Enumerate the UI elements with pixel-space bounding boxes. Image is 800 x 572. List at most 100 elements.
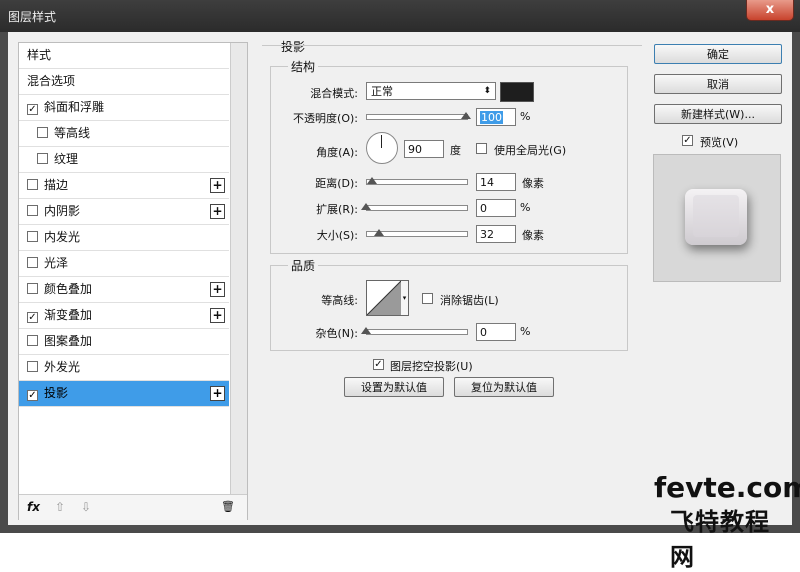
dialog-body: 样式混合选项 ✓ 斜面和浮雕等高线纹理描边 + 内阴影 + 内发光光泽颜色叠加 + ✓ 渐变叠加 +… xyxy=(8,32,800,571)
style-list-item[interactable]: ✓ 投影 + xyxy=(19,381,229,407)
style-list-item-label: 图案叠加 xyxy=(44,334,93,348)
opacity-slider-knob[interactable] xyxy=(461,112,471,119)
noise-slider[interactable] xyxy=(366,329,468,335)
global-light-checkbox[interactable] xyxy=(476,143,487,154)
style-list-item[interactable]: 等高线 xyxy=(19,121,229,147)
spread-slider[interactable] xyxy=(366,205,468,211)
style-checkbox[interactable] xyxy=(27,205,38,216)
structure-title: 结构 xyxy=(288,58,319,75)
watermark-site-name: 飞特教程网 xyxy=(670,508,770,571)
style-checkbox[interactable] xyxy=(27,335,38,346)
style-checkbox[interactable] xyxy=(27,179,38,190)
section-divider xyxy=(262,45,642,47)
style-checkbox[interactable] xyxy=(27,257,38,268)
cancel-button[interactable]: 取消 xyxy=(654,74,782,94)
style-list-item-label: 斜面和浮雕 xyxy=(44,100,105,114)
move-up-icon[interactable]: ⇧ xyxy=(55,500,65,514)
style-checkbox[interactable] xyxy=(37,127,48,138)
layer-style-dialog: 图层样式 x 样式混合选项 ✓ 斜面和浮雕等高线纹理描边 + 内阴影 + 内发光光泽颜色叠加… xyxy=(0,0,800,571)
contour-linear-icon xyxy=(367,281,401,315)
style-checkbox[interactable] xyxy=(27,283,38,294)
fx-icon[interactable]: fx xyxy=(27,500,40,514)
style-list-item[interactable]: 样式 xyxy=(19,43,229,69)
style-list-toolbar: fx ⇧ ⇩ 🗑 xyxy=(19,494,247,520)
blend-mode-select[interactable]: 正常 ⬍ xyxy=(366,82,496,100)
spread-unit: % xyxy=(520,201,531,214)
noise-label: 杂色(N): xyxy=(315,327,358,340)
new-style-button[interactable]: 新建样式(W)... xyxy=(654,104,782,124)
style-checkbox[interactable]: ✓ xyxy=(27,312,38,323)
add-instance-icon[interactable]: + xyxy=(210,204,225,219)
distance-label: 距离(D): xyxy=(315,177,358,190)
set-default-button[interactable]: 设置为默认值 xyxy=(344,377,444,397)
add-instance-icon[interactable]: + xyxy=(210,178,225,193)
angle-dial-needle xyxy=(381,135,382,148)
ok-button[interactable]: 确定 xyxy=(654,44,782,64)
size-slider-knob[interactable] xyxy=(374,229,384,236)
style-list-item[interactable]: 图案叠加 xyxy=(19,329,229,355)
distance-slider[interactable] xyxy=(366,179,468,185)
contour-dropdown-arrow-icon[interactable]: ▾ xyxy=(401,280,409,316)
knockout-label: 图层挖空投影(U) xyxy=(390,360,473,373)
opacity-unit: % xyxy=(520,110,531,123)
opacity-slider[interactable] xyxy=(366,114,468,120)
antialias-checkbox[interactable] xyxy=(422,293,433,304)
style-list-item[interactable]: 光泽 xyxy=(19,251,229,277)
style-list-item-label: 内阴影 xyxy=(44,204,81,218)
style-list-item[interactable]: 纹理 xyxy=(19,147,229,173)
close-button[interactable]: x xyxy=(746,0,794,21)
distance-input[interactable]: 14 xyxy=(476,173,516,191)
style-list-item-label: 样式 xyxy=(27,48,52,62)
style-list-item-label: 纹理 xyxy=(54,152,79,166)
style-list-scrollbar[interactable] xyxy=(230,43,247,519)
move-down-icon[interactable]: ⇩ xyxy=(81,500,91,514)
window-title: 图层样式 xyxy=(8,10,57,24)
noise-unit: % xyxy=(520,325,531,338)
noise-input[interactable]: 0 xyxy=(476,323,516,341)
style-checkbox[interactable]: ✓ xyxy=(27,104,38,115)
style-checkbox[interactable]: ✓ xyxy=(27,390,38,401)
style-list-item-label: 描边 xyxy=(44,178,69,192)
global-light-label: 使用全局光(G) xyxy=(494,144,567,157)
reset-default-button[interactable]: 复位为默认值 xyxy=(454,377,554,397)
distance-slider-knob[interactable] xyxy=(367,177,377,184)
noise-slider-knob[interactable] xyxy=(361,327,371,334)
style-checkbox[interactable] xyxy=(37,153,48,164)
quality-title: 品质 xyxy=(288,257,319,274)
style-list-item[interactable]: 颜色叠加 + xyxy=(19,277,229,303)
style-list-item[interactable]: 混合选项 xyxy=(19,69,229,95)
preview-checkbox[interactable]: ✓ xyxy=(682,135,693,146)
style-checkbox[interactable] xyxy=(27,231,38,242)
select-arrows-icon: ⬍ xyxy=(483,86,491,96)
angle-input[interactable]: 90 xyxy=(404,140,444,158)
knockout-checkbox[interactable]: ✓ xyxy=(373,359,384,370)
size-input[interactable]: 32 xyxy=(476,225,516,243)
add-instance-icon[interactable]: + xyxy=(210,282,225,297)
angle-unit: 度 xyxy=(450,144,461,157)
add-instance-icon[interactable]: + xyxy=(210,308,225,323)
trash-icon[interactable]: 🗑 xyxy=(221,500,235,513)
antialias-label: 消除锯齿(L) xyxy=(440,294,499,307)
style-list-item-label: 渐变叠加 xyxy=(44,308,93,322)
shadow-color-swatch[interactable] xyxy=(500,82,534,102)
contour-picker[interactable] xyxy=(366,280,402,316)
style-list-item[interactable]: ✓ 斜面和浮雕 xyxy=(19,95,229,121)
style-list-panel: 样式混合选项 ✓ 斜面和浮雕等高线纹理描边 + 内阴影 + 内发光光泽颜色叠加 + ✓ 渐变叠加 +… xyxy=(18,42,248,520)
style-list-item[interactable]: 内发光 xyxy=(19,225,229,251)
style-list-item-label: 投影 xyxy=(44,386,69,400)
style-list-item[interactable]: ✓ 渐变叠加 + xyxy=(19,303,229,329)
style-checkbox[interactable] xyxy=(27,361,38,372)
opacity-value: 100 xyxy=(480,111,503,124)
style-list-item[interactable]: 内阴影 + xyxy=(19,199,229,225)
style-list-item-label: 外发光 xyxy=(44,360,81,374)
style-list-item[interactable]: 描边 + xyxy=(19,173,229,199)
opacity-input[interactable]: 100 xyxy=(476,108,516,126)
angle-dial[interactable] xyxy=(366,132,398,164)
spread-label: 扩展(R): xyxy=(316,203,358,216)
preview-thumbnail xyxy=(685,189,747,245)
style-list-item[interactable]: 外发光 xyxy=(19,355,229,381)
add-instance-icon[interactable]: + xyxy=(210,386,225,401)
spread-slider-knob[interactable] xyxy=(361,203,371,210)
spread-input[interactable]: 0 xyxy=(476,199,516,217)
style-list-item-label: 光泽 xyxy=(44,256,69,270)
